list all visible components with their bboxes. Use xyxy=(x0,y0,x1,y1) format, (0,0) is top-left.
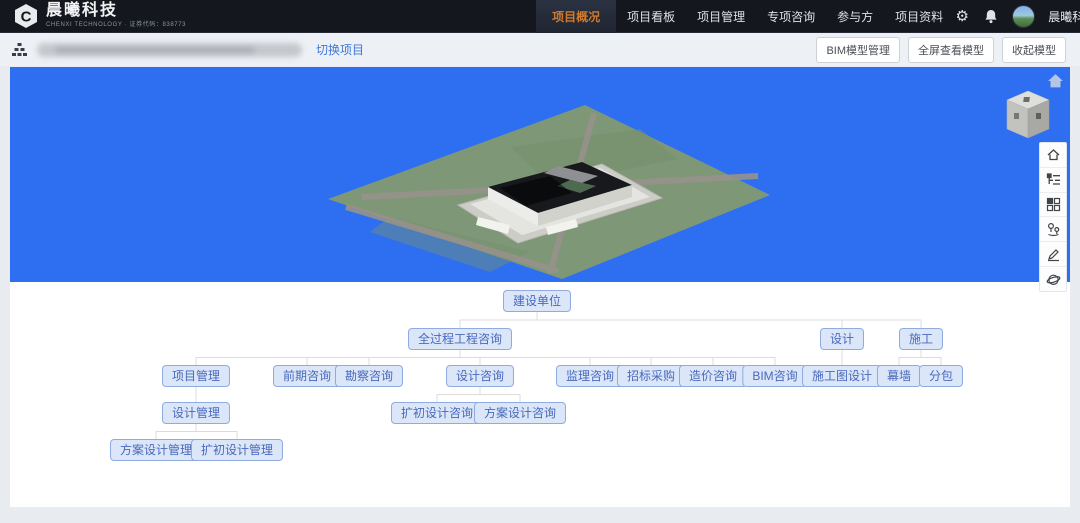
markup-pencil-icon[interactable] xyxy=(1040,242,1066,267)
switch-project-link[interactable]: 切换项目 xyxy=(316,41,364,58)
nav-item-project-management[interactable]: 项目管理 xyxy=(686,0,756,33)
nav-item-participants[interactable]: 参与方 xyxy=(826,0,884,33)
brand-hexagon-icon: C xyxy=(13,3,39,29)
svg-text:C: C xyxy=(21,9,32,26)
home-icon[interactable] xyxy=(1040,143,1066,168)
avatar[interactable] xyxy=(1012,5,1035,28)
org-node-dd-mgmt[interactable]: 扩初设计管理 xyxy=(191,439,283,461)
roam-icon[interactable] xyxy=(1040,267,1066,291)
model-action-buttons: BIM模型管理 全屏查看模型 收起模型 xyxy=(816,37,1080,63)
viewer-toolbar xyxy=(1039,142,1067,292)
components-icon[interactable] xyxy=(1040,193,1066,218)
nav-item-project-overview[interactable]: 项目概况 xyxy=(536,0,616,33)
bim-viewer-canvas[interactable] xyxy=(10,67,1070,282)
user-name-label: 晨曦科技 xyxy=(1048,8,1080,25)
page: C 晨曦科技 CHENXI TECHNOLOGY · 证券代码：838773 项… xyxy=(0,0,1080,523)
nav-item-project-documents[interactable]: 项目资料 xyxy=(884,0,954,33)
org-node-bidding[interactable]: 招标采购 xyxy=(617,365,685,387)
org-node-schematic-mgmt[interactable]: 方案设计管理 xyxy=(110,439,202,461)
org-node-survey[interactable]: 勘察咨询 xyxy=(335,365,403,387)
org-node-schematic-consult[interactable]: 方案设计咨询 xyxy=(474,402,566,424)
brand-logo: C 晨曦科技 CHENXI TECHNOLOGY · 证券代码：838773 xyxy=(0,0,186,32)
org-node-subcontract[interactable]: 分包 xyxy=(919,365,963,387)
gear-icon[interactable]: ⚙ xyxy=(954,8,970,24)
org-node-owner[interactable]: 建设单位 xyxy=(503,290,571,312)
viewer-home-icon[interactable] xyxy=(1047,73,1064,89)
user-menu[interactable]: 晨曦科技 xyxy=(1048,8,1080,25)
model-tree-icon[interactable] xyxy=(1040,168,1066,193)
brand-subtitle: CHENXI TECHNOLOGY · 证券代码：838773 xyxy=(46,22,186,28)
org-node-design-mgmt[interactable]: 设计管理 xyxy=(162,402,230,424)
org-node-early[interactable]: 前期咨询 xyxy=(273,365,341,387)
collapse-model-button[interactable]: 收起模型 xyxy=(1002,37,1066,63)
org-node-dd-consult[interactable]: 扩初设计咨询 xyxy=(391,402,483,424)
org-node-design-consult[interactable]: 设计咨询 xyxy=(446,365,514,387)
project-subbar: 切换项目 BIM模型管理 全屏查看模型 收起模型 xyxy=(0,33,1080,66)
nav-item-project-board[interactable]: 项目看板 xyxy=(616,0,686,33)
org-node-cost[interactable]: 造价咨询 xyxy=(679,365,747,387)
topbar-right-group: ⚙ 晨曦科技 xyxy=(954,5,1080,28)
bell-icon[interactable] xyxy=(983,8,999,24)
fullscreen-model-button[interactable]: 全屏查看模型 xyxy=(908,37,994,63)
viewpoint-pins-icon[interactable] xyxy=(1040,217,1066,242)
org-node-supervision[interactable]: 监理咨询 xyxy=(556,365,624,387)
project-name-redacted xyxy=(37,43,302,57)
nav-item-special-consulting[interactable]: 专项咨询 xyxy=(756,0,826,33)
org-node-bim[interactable]: BIM咨询 xyxy=(742,365,807,387)
org-node-design[interactable]: 设计 xyxy=(820,328,864,350)
org-node-pm[interactable]: 项目管理 xyxy=(162,365,230,387)
org-node-epc[interactable]: 全过程工程咨询 xyxy=(408,328,512,350)
org-node-curtain[interactable]: 幕墙 xyxy=(877,365,921,387)
sitemap-icon xyxy=(12,43,27,56)
main-nav: 项目概况 项目看板 项目管理 专项咨询 参与方 项目资料 xyxy=(536,0,954,33)
brand-name: 晨曦科技 xyxy=(46,3,186,20)
bim-model-manage-button[interactable]: BIM模型管理 xyxy=(816,37,900,63)
top-navbar: C 晨曦科技 CHENXI TECHNOLOGY · 证券代码：838773 项… xyxy=(0,0,1080,33)
model-scene xyxy=(10,67,1070,282)
org-node-construction[interactable]: 施工 xyxy=(899,328,943,350)
navigation-cube[interactable] xyxy=(1005,89,1051,141)
org-node-cd-design[interactable]: 施工图设计 xyxy=(802,365,882,387)
